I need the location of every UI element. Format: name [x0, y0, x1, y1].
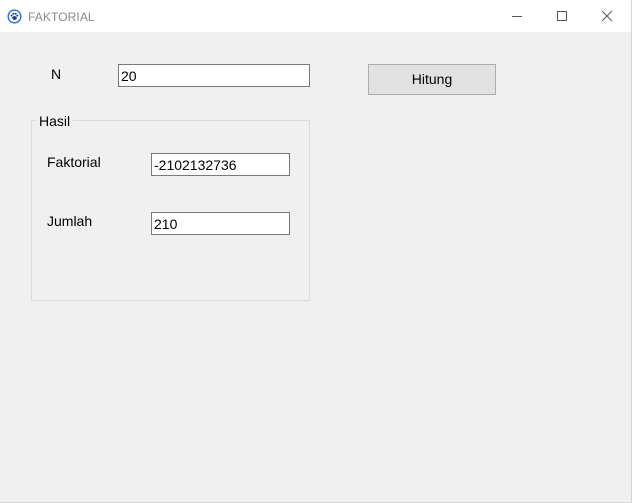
- title-bar[interactable]: FAKTORIAL: [0, 0, 631, 32]
- window-title: FAKTORIAL: [28, 10, 95, 24]
- close-button[interactable]: [584, 0, 630, 32]
- close-icon: [601, 10, 613, 22]
- jumlah-field[interactable]: [151, 212, 290, 235]
- faktorial-window: FAKTORIAL N Hitung Hasil Faktorial Jumla…: [0, 0, 632, 503]
- hasil-group-title: Hasil: [36, 113, 74, 129]
- minimize-icon: [512, 16, 522, 17]
- paw-icon: [7, 9, 22, 24]
- hitung-button[interactable]: Hitung: [368, 64, 496, 95]
- jumlah-label: Jumlah: [47, 213, 93, 229]
- minimize-button[interactable]: [494, 0, 540, 32]
- maximize-icon: [557, 11, 567, 21]
- maximize-button[interactable]: [539, 0, 585, 32]
- faktorial-field[interactable]: [151, 153, 290, 176]
- hasil-groupbox: [31, 120, 310, 301]
- faktorial-label: Faktorial: [47, 154, 101, 170]
- n-input[interactable]: [118, 64, 310, 87]
- n-label: N: [51, 66, 62, 82]
